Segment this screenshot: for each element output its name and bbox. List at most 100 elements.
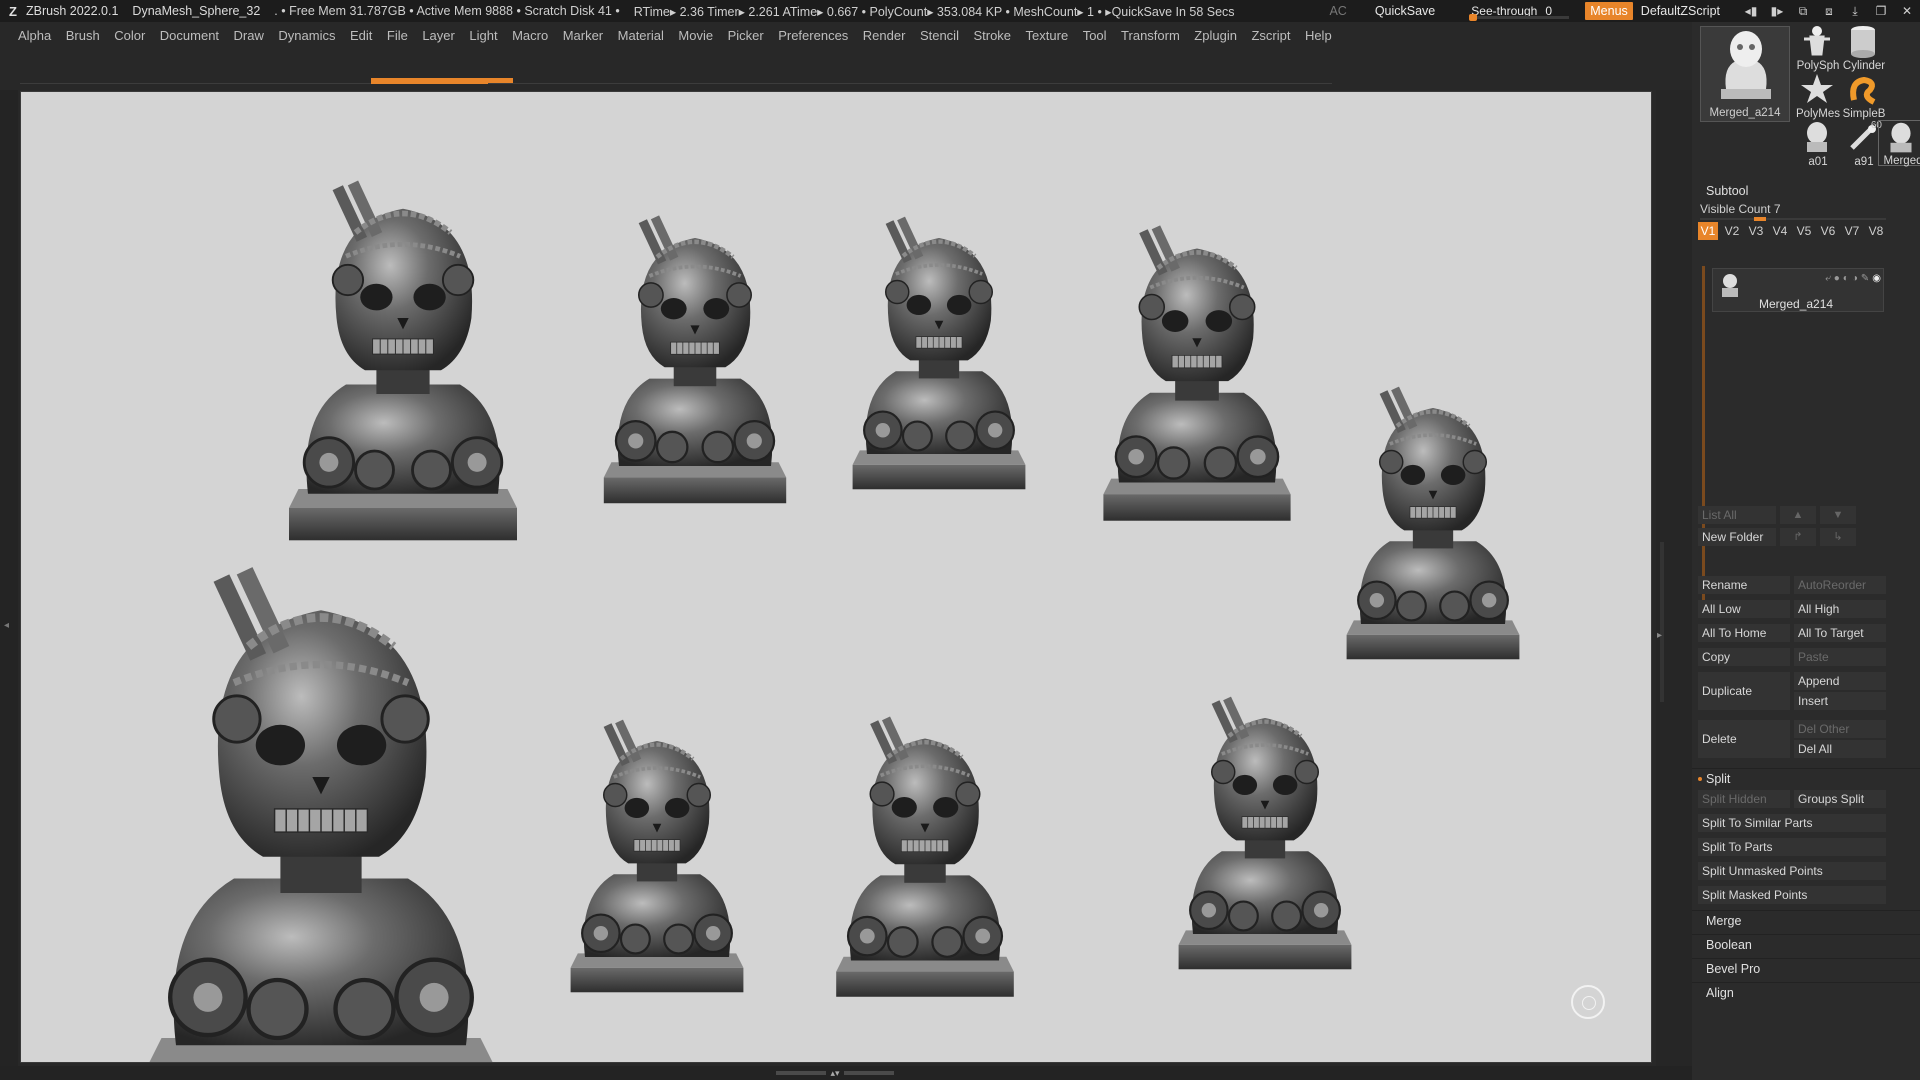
del-other-button[interactable]: Del Other — [1794, 720, 1886, 738]
groups-split-button[interactable]: Groups Split — [1794, 790, 1886, 808]
dynamic-icon[interactable]: ◑ — [1852, 273, 1858, 284]
close-icon[interactable]: ✕ — [1894, 4, 1920, 18]
split-masked-points-button[interactable]: Split Masked Points — [1698, 886, 1886, 904]
menu-color[interactable]: Color — [114, 28, 145, 43]
move-out-icon[interactable]: ↳ — [1820, 528, 1856, 546]
split-unmasked-points-button[interactable]: Split Unmasked Points — [1698, 862, 1886, 880]
bevel-pro-section-header[interactable]: Bevel Pro — [1692, 958, 1920, 978]
expand-right-tray-icon[interactable]: ▸ — [1657, 630, 1662, 641]
tray-resize-handle[interactable] — [1660, 542, 1664, 702]
version-tab-v6[interactable]: V6 — [1818, 222, 1838, 240]
menu-zscript[interactable]: Zscript — [1251, 28, 1290, 43]
zbrush-logo-icon[interactable]: Z — [4, 2, 22, 20]
menu-zplugin[interactable]: Zplugin — [1194, 28, 1237, 43]
menu-tool[interactable]: Tool — [1083, 28, 1107, 43]
version-tab-v1[interactable]: V1 — [1698, 222, 1718, 240]
bottom-tray-handle[interactable]: ▴▾ — [770, 1068, 900, 1079]
del-all-button[interactable]: Del All — [1794, 740, 1886, 758]
layout-next-icon[interactable]: ▮▸ — [1764, 4, 1790, 18]
all-to-target-button[interactable]: All To Target — [1794, 624, 1886, 642]
subtool-list-scrollbar[interactable] — [1702, 266, 1705, 606]
ac-label[interactable]: AC — [1329, 4, 1346, 18]
version-tab-v4[interactable]: V4 — [1770, 222, 1790, 240]
auto-reorder-button[interactable]: AutoReorder — [1794, 576, 1886, 594]
current-tool-thumbnail[interactable]: Merged_a214 — [1700, 26, 1790, 122]
tool-polysphere[interactable]: PolySph — [1794, 24, 1840, 72]
tool-a01[interactable]: a01 — [1794, 120, 1840, 168]
expand-left-tray-icon[interactable]: ◂ — [4, 620, 9, 631]
move-in-icon[interactable]: ↱ — [1780, 528, 1816, 546]
menu-edit[interactable]: Edit — [350, 28, 372, 43]
list-all-button[interactable]: List All — [1698, 506, 1776, 524]
menu-layer[interactable]: Layer — [422, 28, 455, 43]
layout-prev-icon[interactable]: ◂▮ — [1738, 4, 1764, 18]
document-tab[interactable] — [1190, 74, 1332, 84]
split-to-parts-button[interactable]: Split To Parts — [1698, 838, 1886, 856]
rename-button[interactable]: Rename — [1698, 576, 1790, 594]
menus-toggle-button[interactable]: Menus — [1585, 2, 1633, 20]
tool-polymesh[interactable]: PolyMes — [1794, 72, 1840, 120]
menu-stencil[interactable]: Stencil — [920, 28, 959, 43]
expand-bottom-tray-icon[interactable]: ▴▾ — [830, 1068, 839, 1079]
menu-document[interactable]: Document — [160, 28, 219, 43]
subtool-item[interactable]: ⤶ ● ◐ ◑ ✎ ◉ Merged_a214 — [1712, 268, 1884, 312]
tool-merged[interactable]: Merged — [1878, 120, 1920, 167]
tool-simplebrush[interactable]: SimpleB — [1840, 72, 1886, 120]
menu-draw[interactable]: Draw — [234, 28, 264, 43]
material-icon[interactable]: ◐ — [1843, 273, 1849, 284]
merge-section-header[interactable]: Merge — [1692, 910, 1920, 930]
move-up-icon[interactable]: ▲ — [1780, 506, 1816, 524]
see-through-knob[interactable] — [1469, 14, 1478, 21]
copy-button[interactable]: Copy — [1698, 648, 1790, 666]
visible-count-knob[interactable] — [1754, 217, 1766, 221]
menu-stroke[interactable]: Stroke — [973, 28, 1011, 43]
all-low-button[interactable]: All Low — [1698, 600, 1790, 618]
menu-material[interactable]: Material — [618, 28, 664, 43]
split-hidden-button[interactable]: Split Hidden — [1698, 790, 1790, 808]
menu-alpha[interactable]: Alpha — [18, 28, 51, 43]
menu-help[interactable]: Help — [1305, 28, 1332, 43]
insert-button[interactable]: Insert — [1794, 692, 1886, 710]
menu-file[interactable]: File — [387, 28, 408, 43]
colors-layout-icon[interactable]: ⧈ — [1816, 4, 1842, 19]
quicksave-button[interactable]: QuickSave — [1375, 4, 1435, 18]
version-tab-v7[interactable]: V7 — [1842, 222, 1862, 240]
paste-button[interactable]: Paste — [1794, 648, 1886, 666]
menu-render[interactable]: Render — [863, 28, 906, 43]
move-arrow-icon[interactable]: ⤶ — [1825, 273, 1831, 284]
all-high-button[interactable]: All High — [1794, 600, 1886, 618]
delete-button[interactable]: Delete — [1698, 720, 1790, 758]
subtool-title[interactable]: Subtool — [1706, 184, 1748, 198]
version-tab-v2[interactable]: V2 — [1722, 222, 1742, 240]
version-tab-v5[interactable]: V5 — [1794, 222, 1814, 240]
menu-dynamics[interactable]: Dynamics — [278, 28, 335, 43]
menu-marker[interactable]: Marker — [563, 28, 603, 43]
menu-transform[interactable]: Transform — [1121, 28, 1180, 43]
version-tab-v8[interactable]: V8 — [1866, 222, 1886, 240]
version-tab-v3[interactable]: V3 — [1746, 222, 1766, 240]
brush-edit-icon[interactable]: ✎ — [1861, 273, 1869, 284]
menu-picker[interactable]: Picker — [728, 28, 764, 43]
minimize-icon[interactable]: ⤓ — [1842, 4, 1868, 19]
boolean-section-header[interactable]: Boolean — [1692, 934, 1920, 954]
canvas-viewport[interactable] — [20, 91, 1652, 1063]
default-zscript-button[interactable]: DefaultZScript — [1641, 4, 1720, 18]
menu-movie[interactable]: Movie — [678, 28, 713, 43]
window-layout-icon[interactable]: ⧉ — [1790, 4, 1816, 19]
duplicate-button[interactable]: Duplicate — [1698, 672, 1790, 710]
menu-brush[interactable]: Brush — [66, 28, 100, 43]
see-through-slider[interactable]: See-through 0 — [1465, 2, 1573, 21]
split-section-header[interactable]: Split — [1692, 768, 1920, 788]
visibility-eye-icon[interactable]: ◉ — [1872, 273, 1881, 284]
all-to-home-button[interactable]: All To Home — [1698, 624, 1790, 642]
menu-macro[interactable]: Macro — [512, 28, 548, 43]
align-section-header[interactable]: Align — [1692, 982, 1920, 1002]
restore-icon[interactable]: ❐ — [1868, 4, 1894, 18]
append-button[interactable]: Append — [1794, 672, 1886, 690]
move-down-icon[interactable]: ▼ — [1820, 506, 1856, 524]
menu-light[interactable]: Light — [469, 28, 497, 43]
menu-texture[interactable]: Texture — [1026, 28, 1069, 43]
new-folder-button[interactable]: New Folder — [1698, 528, 1776, 546]
tool-cylinder[interactable]: Cylinder — [1840, 24, 1886, 72]
visible-count-slider[interactable]: Visible Count 7 — [1700, 202, 1886, 221]
